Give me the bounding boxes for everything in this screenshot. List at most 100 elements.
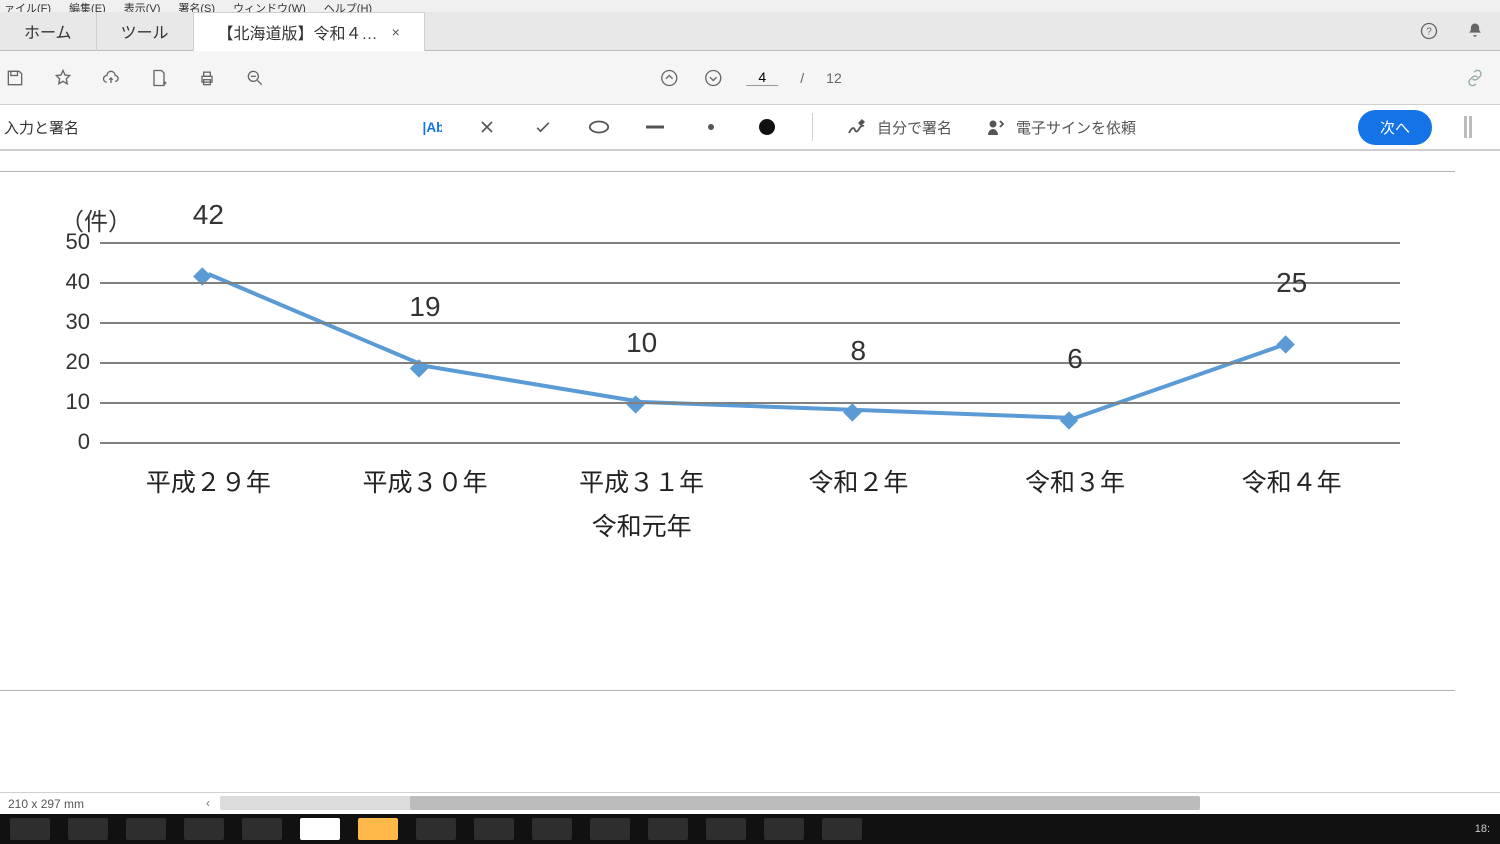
taskbar-item[interactable] bbox=[68, 818, 108, 840]
help-icon[interactable]: ? bbox=[1418, 20, 1440, 42]
menu-help[interactable]: ヘルプ(H) bbox=[324, 0, 372, 12]
scrollbar-thumb[interactable] bbox=[410, 796, 1200, 810]
taskbar-item[interactable] bbox=[648, 818, 688, 840]
menu-view[interactable]: 表示(V) bbox=[124, 0, 161, 12]
taskbar-item[interactable] bbox=[126, 818, 166, 840]
data-label: 19 bbox=[409, 291, 440, 323]
menu-edit[interactable]: 編集(E) bbox=[69, 0, 106, 12]
x-tick-label: 令和３年 bbox=[1025, 462, 1125, 506]
save-icon[interactable] bbox=[4, 67, 26, 89]
chart-container: （件） 01020304050 平成２９年平成３０年平成３１年 令和元年令和２年… bbox=[0, 171, 1455, 691]
data-label: 25 bbox=[1276, 267, 1307, 299]
data-label: 10 bbox=[626, 327, 657, 359]
signature-icon bbox=[847, 117, 869, 137]
horizontal-scrollbar[interactable]: ‹ bbox=[100, 796, 1492, 812]
menu-sign[interactable]: 署名(S) bbox=[178, 0, 215, 12]
y-tick-label: 30 bbox=[66, 309, 90, 335]
page-down-icon[interactable] bbox=[702, 67, 724, 89]
y-tick-label: 10 bbox=[66, 389, 90, 415]
scroll-left-arrow[interactable]: ‹ bbox=[206, 796, 210, 810]
close-tab-icon[interactable]: × bbox=[392, 24, 400, 40]
share-link-icon[interactable] bbox=[1464, 67, 1486, 89]
star-icon[interactable] bbox=[52, 67, 74, 89]
tab-tools-label: ツール bbox=[121, 19, 169, 43]
next-button[interactable]: 次へ bbox=[1358, 110, 1432, 145]
dot-large-tool-icon[interactable] bbox=[756, 116, 778, 138]
main-toolbar: / 12 bbox=[0, 51, 1500, 104]
sign-self-button[interactable]: 自分で署名 bbox=[847, 117, 952, 138]
taskbar-item[interactable] bbox=[300, 818, 340, 840]
x-tick-label: 平成３１年 令和元年 bbox=[579, 462, 704, 550]
zoom-out-icon[interactable] bbox=[244, 67, 266, 89]
dot-small-tool-icon[interactable] bbox=[700, 116, 722, 138]
tab-document[interactable]: 【北海道版】令和４… × bbox=[194, 12, 425, 51]
y-tick-label: 50 bbox=[66, 229, 90, 255]
bell-icon[interactable] bbox=[1464, 20, 1486, 42]
data-label: 42 bbox=[193, 199, 224, 231]
tab-home-label: ホーム bbox=[24, 19, 72, 43]
taskbar-item[interactable] bbox=[416, 818, 456, 840]
gridline bbox=[100, 442, 1400, 444]
request-sign-label: 電子サインを依頼 bbox=[1016, 117, 1136, 138]
taskbar-item[interactable] bbox=[706, 818, 746, 840]
taskbar-item[interactable] bbox=[10, 818, 50, 840]
taskbar-item[interactable] bbox=[474, 818, 514, 840]
document-area: （件） 01020304050 平成２９年平成３０年平成３１年 令和元年令和２年… bbox=[0, 150, 1500, 760]
line-chart: （件） 01020304050 平成２９年平成３０年平成３１年 令和元年令和２年… bbox=[100, 242, 1400, 642]
oval-tool-icon[interactable] bbox=[588, 116, 610, 138]
check-tool-icon[interactable] bbox=[532, 116, 554, 138]
taskbar-item[interactable] bbox=[358, 818, 398, 840]
chart-marker bbox=[844, 404, 861, 421]
svg-text:|Ab: |Ab bbox=[423, 120, 442, 135]
taskbar-item[interactable] bbox=[242, 818, 282, 840]
data-label: 8 bbox=[851, 335, 867, 367]
tab-document-label: 【北海道版】令和４… bbox=[218, 20, 378, 44]
page-dimensions: 210 x 297 mm bbox=[0, 797, 92, 811]
data-label: 6 bbox=[1067, 343, 1083, 375]
gridline bbox=[100, 402, 1400, 404]
request-sign-button[interactable]: 電子サインを依頼 bbox=[986, 117, 1136, 138]
request-sign-icon bbox=[986, 117, 1008, 137]
taskbar-item[interactable] bbox=[764, 818, 804, 840]
os-taskbar: 18: bbox=[0, 814, 1500, 844]
page-total: 12 bbox=[826, 70, 842, 86]
text-tool-icon[interactable]: |Ab bbox=[420, 116, 442, 138]
tab-tools[interactable]: ツール bbox=[97, 12, 194, 51]
menu-window[interactable]: ウィンドウ(W) bbox=[233, 0, 306, 12]
chart-marker bbox=[1061, 412, 1078, 429]
chart-line bbox=[208, 274, 1291, 418]
chart-marker bbox=[1277, 336, 1294, 353]
menu-file[interactable]: ァイル(F) bbox=[4, 0, 51, 12]
page-up-icon[interactable] bbox=[658, 67, 680, 89]
page-sep: / bbox=[800, 70, 804, 86]
app-tabstrip: ホーム ツール 【北海道版】令和４… × ? bbox=[0, 12, 1500, 51]
x-tick-label: 平成２９年 bbox=[146, 462, 271, 506]
cloud-upload-icon[interactable] bbox=[100, 67, 122, 89]
taskbar-item[interactable] bbox=[532, 818, 572, 840]
taskbar-clock: 18: bbox=[1475, 823, 1490, 835]
tab-home[interactable]: ホーム bbox=[0, 12, 97, 51]
x-tick-label: 平成３０年 bbox=[362, 462, 487, 506]
page-add-icon[interactable] bbox=[148, 67, 170, 89]
line-tool-icon[interactable] bbox=[644, 116, 666, 138]
sign-self-label: 自分で署名 bbox=[877, 117, 952, 138]
print-icon[interactable] bbox=[196, 67, 218, 89]
next-button-label: 次へ bbox=[1380, 120, 1410, 137]
y-tick-label: 0 bbox=[78, 429, 90, 455]
status-bar: 210 x 297 mm ‹ bbox=[0, 792, 1500, 814]
fill-sign-bar: 入力と署名 |Ab 自分で署名 電子サインを依頼 次へ bbox=[0, 104, 1500, 150]
plot-area bbox=[100, 242, 1400, 442]
taskbar-item[interactable] bbox=[184, 818, 224, 840]
taskbar-item[interactable] bbox=[822, 818, 862, 840]
svg-text:?: ? bbox=[1426, 26, 1432, 37]
gridline bbox=[100, 242, 1400, 244]
y-tick-label: 40 bbox=[66, 269, 90, 295]
x-tick-label: 令和４年 bbox=[1242, 462, 1342, 506]
panel-toggle-icon[interactable] bbox=[1458, 116, 1480, 138]
menu-bar: ァイル(F) 編集(E) 表示(V) 署名(S) ウィンドウ(W) ヘルプ(H) bbox=[0, 0, 1500, 12]
page-number-input[interactable] bbox=[746, 69, 778, 86]
taskbar-item[interactable] bbox=[590, 818, 630, 840]
cross-tool-icon[interactable] bbox=[476, 116, 498, 138]
gridline bbox=[100, 322, 1400, 324]
y-tick-label: 20 bbox=[66, 349, 90, 375]
